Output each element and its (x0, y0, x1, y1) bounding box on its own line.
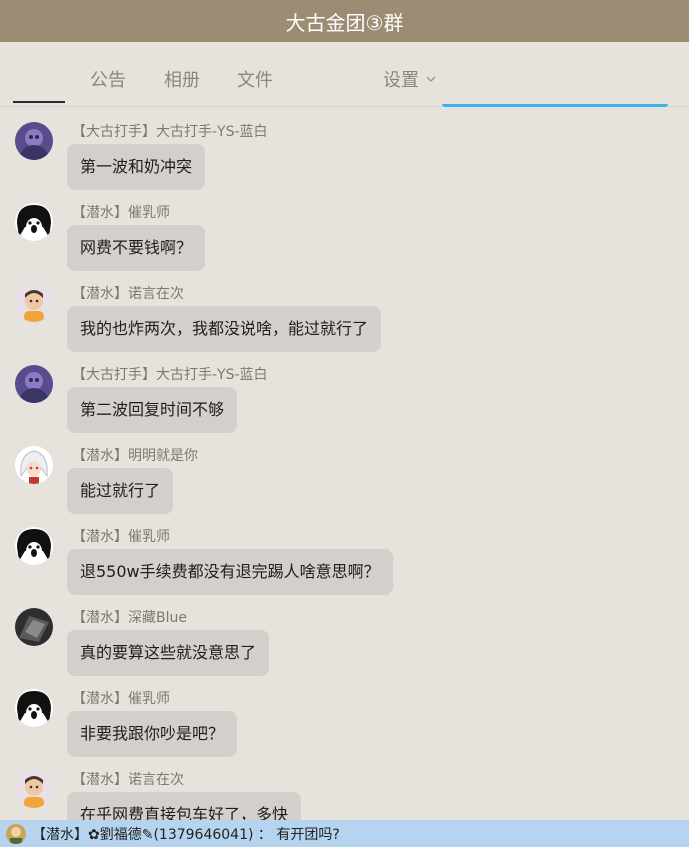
active-tab-indicator (13, 101, 65, 103)
chevron-down-icon (426, 76, 436, 82)
tab-album[interactable]: 相册 (164, 66, 200, 92)
message-bubble[interactable]: 第二波回复时间不够 (67, 387, 238, 433)
new-message-notification[interactable]: 【潜水】✿劉福德✎(1379646041) ： 有开团吗? (0, 820, 689, 847)
black-hair-avatar-icon[interactable] (15, 203, 53, 241)
dark-avatar-icon[interactable] (15, 608, 53, 646)
sender-avatar-icon (6, 823, 26, 844)
message-sender: 【潜水】明明就是你 (72, 448, 198, 464)
black-hair-avatar-icon[interactable] (15, 689, 53, 727)
child-avatar-icon[interactable] (15, 770, 53, 808)
purple-avatar-icon[interactable] (15, 365, 53, 403)
white-hair-avatar-icon[interactable] (15, 446, 53, 484)
purple-avatar-icon[interactable] (15, 122, 53, 160)
message-bubble[interactable]: 网费不要钱啊？ (67, 225, 206, 271)
message-sender: 【大古打手】大古打手-YS-蓝白 (72, 367, 268, 383)
notification-text: 【潜水】✿劉福德✎(1379646041) ： 有开团吗? (32, 826, 340, 843)
title-bar: 大古金团③群 (0, 0, 689, 42)
message-sender: 【大古打手】大古打手-YS-蓝白 (72, 124, 268, 140)
message-sender: 【潜水】催乳师 (72, 529, 170, 545)
tab-settings-label: 设置 (383, 70, 419, 91)
message-sender: 【潜水】诺言在次 (72, 772, 184, 788)
black-hair-avatar-icon[interactable] (15, 527, 53, 565)
message-bubble[interactable]: 真的要算这些就没意思了 (67, 630, 270, 676)
message-sender: 【潜水】催乳师 (72, 205, 170, 221)
chat-message-list[interactable]: 【大古打手】大古打手-YS-蓝白 第一波和奶冲突 【潜水】催乳师 网费不要钱啊？… (0, 108, 689, 820)
message-sender: 【潜水】深藏Blue (72, 610, 187, 626)
tab-files[interactable]: 文件 (237, 66, 273, 92)
child-avatar-icon[interactable] (15, 284, 53, 322)
message-bubble[interactable]: 在乎网费直接包车好了，多快 (67, 792, 302, 820)
tab-announcement[interactable]: 公告 (90, 66, 126, 92)
message-bubble[interactable]: 第一波和奶冲突 (67, 144, 206, 190)
message-bubble[interactable]: 能过就行了 (67, 468, 174, 514)
message-bubble[interactable]: 退550w手续费都没有退完踢人啥意思啊？ (67, 549, 393, 595)
message-sender: 【潜水】诺言在次 (72, 286, 184, 302)
message-bubble[interactable]: 非要我跟你吵是吧？ (67, 711, 238, 757)
tab-settings[interactable]: 设置 (383, 66, 437, 92)
message-bubble[interactable]: 我的也炸两次，我都没说啥，能过就行了 (67, 306, 382, 352)
settings-dropdown-edge (442, 104, 668, 107)
group-title: 大古金团③群 (285, 10, 404, 35)
tab-bar: 公告 相册 文件 设置 (0, 42, 689, 107)
message-sender: 【潜水】催乳师 (72, 691, 170, 707)
